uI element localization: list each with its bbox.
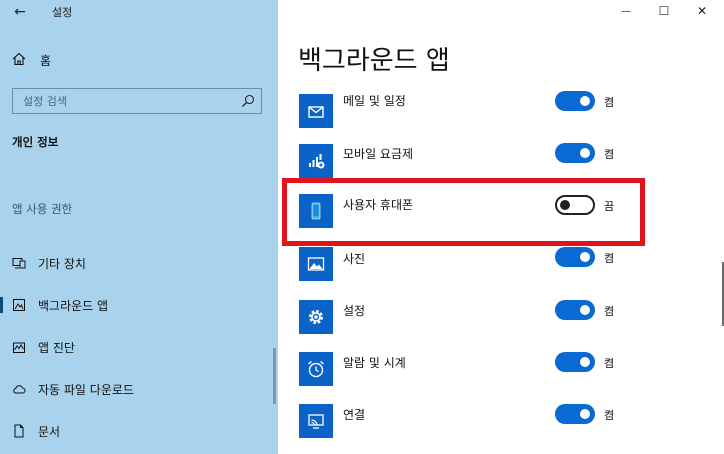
close-icon: ✕ (696, 4, 708, 18)
sidebar-item-label: 문서 (38, 424, 61, 439)
app-name: 메일 및 일정 (343, 94, 406, 108)
app-name: 알람 및 시계 (343, 356, 406, 370)
app-row-alarms-clock: 알람 및 시계 켬 (278, 352, 724, 404)
background-toggle[interactable] (555, 404, 595, 424)
background-toggle[interactable] (555, 247, 595, 267)
toggle-state-label: 켬 (604, 148, 615, 161)
back-button[interactable]: ← (8, 2, 32, 22)
connect-icon (299, 404, 333, 438)
main-pane: — ☐ ✕ 백그라운드 앱 메일 및 일정 켬 모바일 요금제 켬 사용자 휴대… (278, 0, 724, 454)
sidebar-scrollbar[interactable] (273, 348, 276, 404)
document-icon (12, 424, 26, 438)
close-button[interactable]: ✕ (680, 0, 724, 22)
search-icon[interactable] (241, 94, 255, 108)
toggle-state-label: 켬 (604, 96, 615, 109)
sidebar-item-documents[interactable]: 문서 (0, 416, 278, 446)
sidebar-item-label: 기타 장치 (38, 256, 86, 271)
devices-icon (12, 256, 26, 270)
background-apps-icon (12, 298, 26, 312)
maximize-icon: ☐ (658, 4, 670, 18)
alarm-clock-icon (299, 352, 333, 386)
background-toggle[interactable] (555, 143, 595, 163)
background-toggle[interactable] (555, 300, 595, 320)
sidebar-item-automatic-file-downloads[interactable]: 자동 파일 다운로드 (0, 374, 278, 404)
sidebar-item-app-diagnostics[interactable]: 앱 진단 (0, 332, 278, 362)
section-header-privacy: 개인 정보 (12, 135, 59, 149)
sidebar-item-label: 자동 파일 다운로드 (38, 382, 134, 397)
page-title: 백그라운드 앱 (298, 46, 450, 76)
sidebar-item-label: 백그라운드 앱 (38, 298, 109, 313)
sidebar: ← 설정 홈 개인 정보 앱 사용 권한 기타 장치 백그라운드 앱 앱 진단 (0, 0, 278, 454)
mobile-plans-icon (299, 144, 333, 178)
app-row-mail-calendar: 메일 및 일정 켬 (278, 88, 724, 140)
home-nav-item[interactable]: 홈 (12, 50, 51, 70)
toggle-state-label: 켬 (604, 357, 615, 370)
section-subheader-app-permissions: 앱 사용 권한 (12, 202, 73, 216)
minimize-icon: — (621, 5, 631, 17)
toggle-state-label: 켬 (604, 305, 615, 318)
app-row-settings: 설정 켬 (278, 300, 724, 352)
settings-gear-icon (299, 300, 333, 334)
sidebar-item-label: 앱 진단 (38, 340, 75, 355)
mail-calendar-icon (299, 94, 333, 128)
search-box[interactable] (12, 88, 262, 114)
home-label: 홈 (40, 53, 52, 68)
background-toggle[interactable] (555, 91, 595, 111)
highlight-annotation (282, 178, 645, 246)
cloud-icon (12, 382, 26, 396)
search-input[interactable] (13, 89, 233, 113)
background-toggle[interactable] (555, 352, 595, 372)
toggle-state-label: 켬 (604, 252, 615, 265)
sidebar-item-other-devices[interactable]: 기타 장치 (0, 248, 278, 278)
sidebar-item-background-apps[interactable]: 백그라운드 앱 (0, 290, 278, 320)
app-name: 연결 (343, 408, 366, 422)
photos-icon (299, 247, 333, 281)
window-title: 설정 (52, 6, 73, 19)
app-name: 설정 (343, 304, 366, 318)
app-row-connect: 연결 켬 (278, 404, 724, 454)
home-icon (12, 52, 26, 69)
app-name: 사진 (343, 252, 366, 266)
app-row-photos: 사진 켬 (278, 247, 724, 299)
app-name: 모바일 요금제 (343, 147, 414, 161)
app-diagnostics-icon (12, 340, 26, 354)
toggle-state-label: 켬 (604, 409, 615, 422)
